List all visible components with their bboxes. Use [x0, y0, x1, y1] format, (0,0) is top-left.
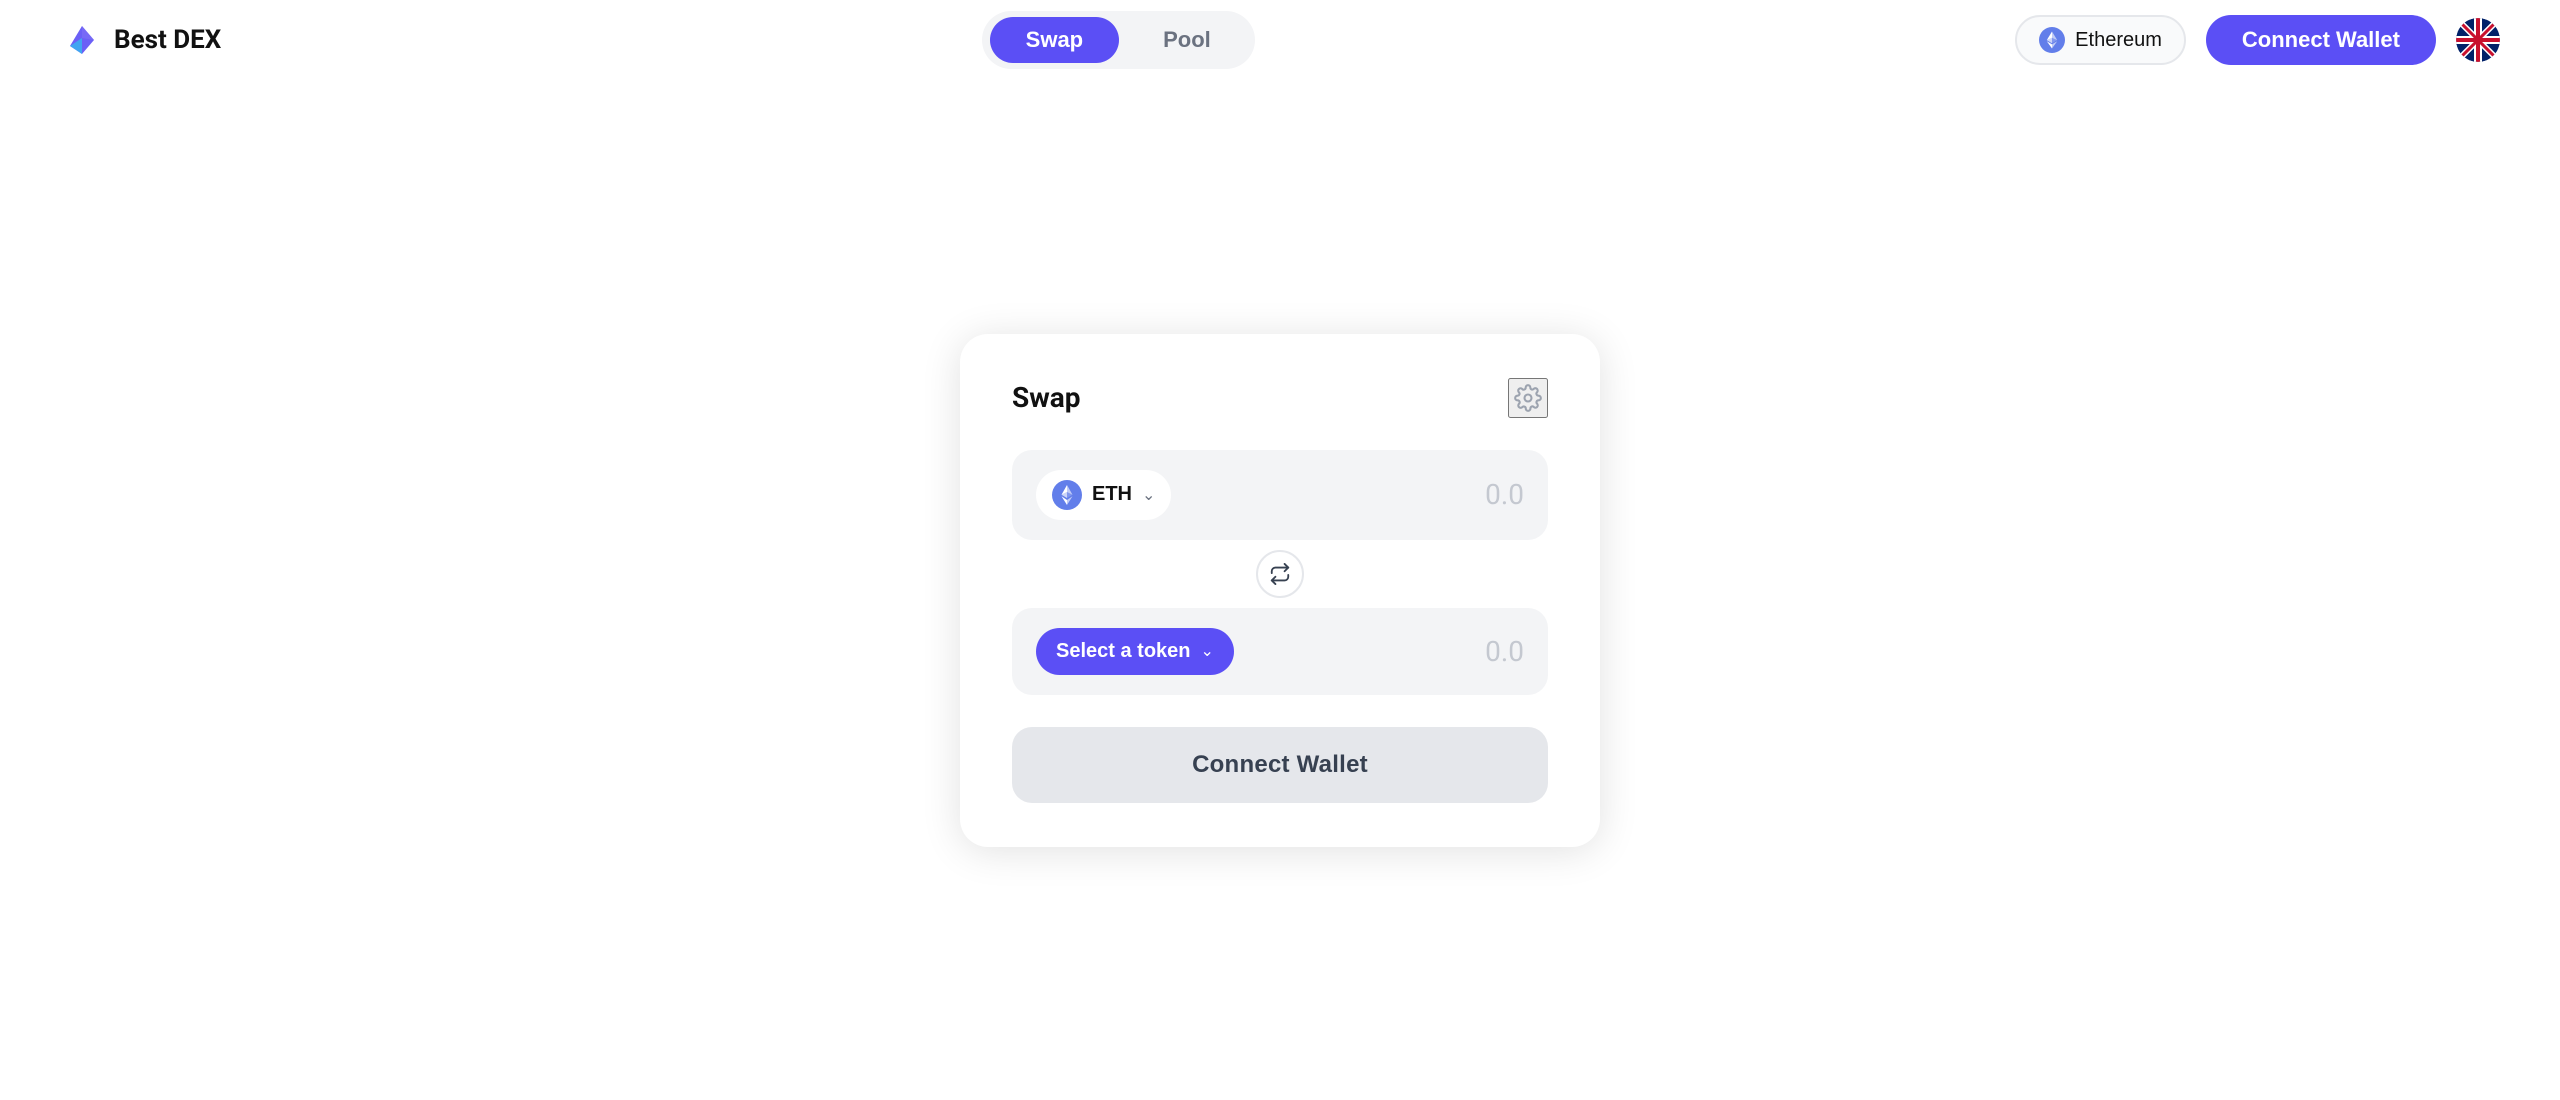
from-token-chevron-icon: ⌄ — [1142, 485, 1155, 505]
language-flag-button[interactable] — [2456, 18, 2500, 62]
to-token-placeholder: Select a token — [1056, 640, 1191, 663]
gear-icon — [1514, 384, 1542, 412]
eth-token-icon — [1052, 480, 1082, 510]
swap-card-header: Swap — [1012, 378, 1548, 418]
connect-wallet-header-button[interactable]: Connect Wallet — [2206, 15, 2436, 65]
connect-wallet-button[interactable]: Connect Wallet — [1012, 727, 1548, 803]
swap-card-title: Swap — [1012, 381, 1081, 414]
nav-pool-button[interactable]: Pool — [1127, 17, 1247, 63]
network-label: Ethereum — [2075, 29, 2162, 52]
swap-direction-button[interactable] — [1256, 550, 1304, 598]
header: Best DEX Swap Pool Ethereum Connect Wall… — [0, 0, 2560, 80]
eth-icon-small — [2039, 27, 2065, 53]
network-selector-button[interactable]: Ethereum — [2015, 15, 2186, 65]
to-token-selector-button[interactable]: Select a token ⌄ — [1036, 628, 1234, 675]
from-token-amount: 0.0 — [1485, 478, 1524, 511]
swap-direction-wrap — [1012, 550, 1548, 598]
to-token-row: Select a token ⌄ 0.0 — [1012, 608, 1548, 695]
to-token-amount: 0.0 — [1485, 635, 1524, 668]
logo-area: Best DEX — [60, 18, 221, 62]
nav-swap-button[interactable]: Swap — [990, 17, 1119, 63]
logo-icon — [60, 18, 104, 62]
main-content: Swap ETH ⌄ — [0, 80, 2560, 1100]
from-token-row: ETH ⌄ 0.0 — [1012, 450, 1548, 540]
from-token-symbol: ETH — [1092, 483, 1132, 506]
to-token-chevron-icon: ⌄ — [1201, 641, 1214, 661]
header-right: Ethereum Connect Wallet — [2015, 15, 2500, 65]
swap-vertical-icon — [1269, 563, 1291, 585]
settings-button[interactable] — [1508, 378, 1548, 418]
swap-card: Swap ETH ⌄ — [960, 334, 1600, 847]
nav-area: Swap Pool — [982, 11, 1255, 69]
logo-text: Best DEX — [114, 25, 221, 55]
from-token-selector-button[interactable]: ETH ⌄ — [1036, 470, 1171, 520]
